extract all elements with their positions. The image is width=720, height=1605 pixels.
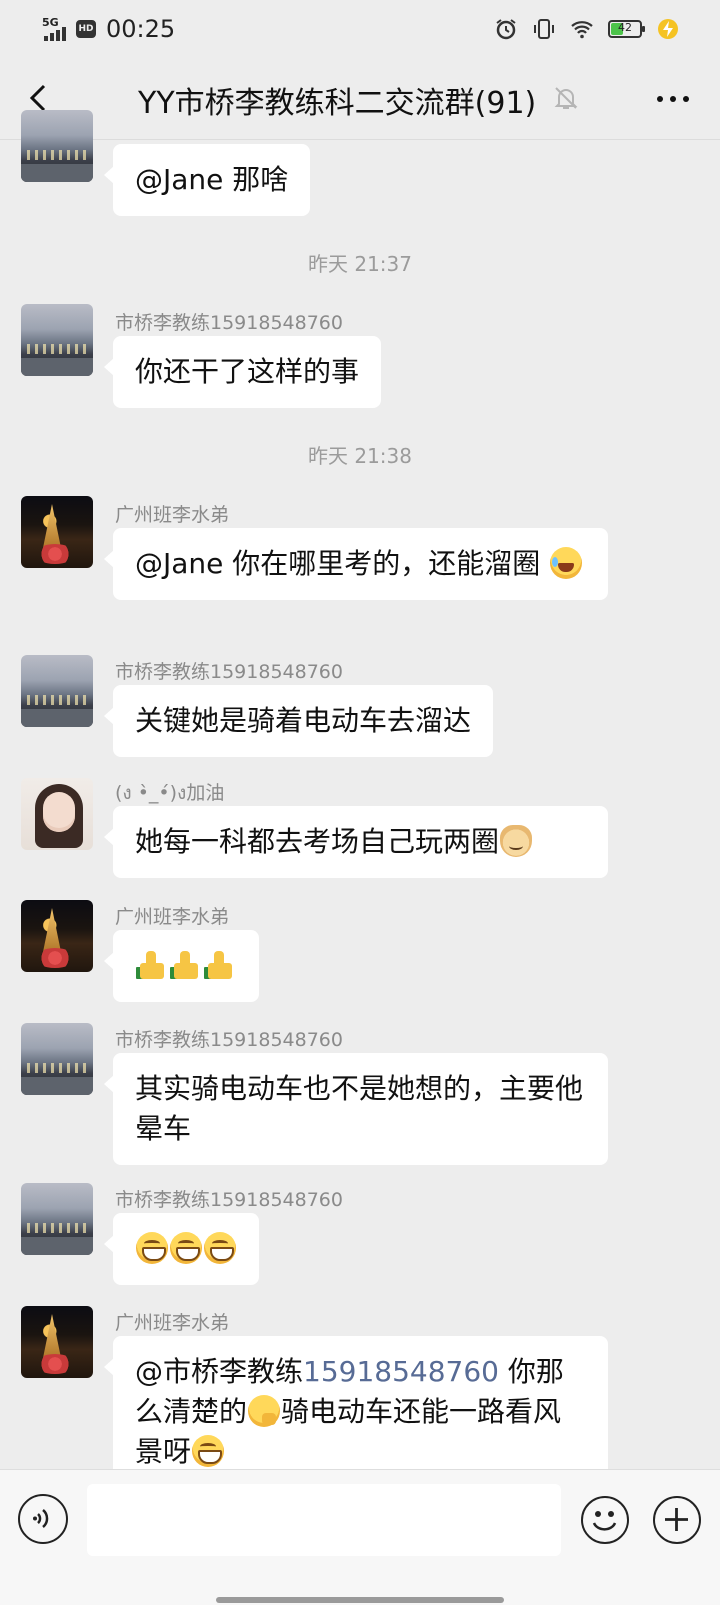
- thinking-emoji-icon: [248, 1395, 281, 1427]
- message-bubble[interactable]: 其实骑电动车也不是她想的，主要他晕车: [104, 1053, 608, 1165]
- phone-link[interactable]: 15918548760: [303, 1355, 499, 1388]
- more-icon[interactable]: [656, 90, 690, 108]
- wifi-icon: [571, 21, 593, 39]
- timestamp: 昨天 21:38: [308, 444, 412, 468]
- grin-emoji-icon: [192, 1435, 225, 1467]
- sender-name: 市桥李教练15918548760: [115, 1189, 343, 1211]
- message-bubble[interactable]: @Jane 那啥: [103, 144, 311, 216]
- avatar[interactable]: [21, 900, 93, 972]
- clock: 00:25: [106, 15, 176, 43]
- message-bubble[interactable]: [104, 1213, 259, 1285]
- message-input[interactable]: [87, 1484, 561, 1556]
- message-bubble[interactable]: 她每一科都去考场自己玩两圈: [104, 806, 608, 878]
- thumbs-up-emoji-icon: [170, 949, 202, 981]
- alarm-icon: [496, 19, 516, 40]
- message-text: 其实骑电动车也不是她想的，主要他晕车: [135, 1072, 584, 1145]
- avatar[interactable]: [21, 304, 93, 376]
- vibrate-icon: [534, 19, 554, 39]
- message-text: 她每一科都去考场自己玩两圈: [135, 825, 500, 858]
- avatar[interactable]: [21, 778, 93, 850]
- status-bar: 5G HD 00:25 42: [0, 0, 720, 58]
- battery-icon: 42: [608, 20, 645, 38]
- smile-icon: [592, 1511, 617, 1531]
- message-bubble[interactable]: [104, 930, 259, 1002]
- grin-emoji-icon: [170, 1232, 202, 1264]
- grin-emoji-icon: [136, 1232, 168, 1264]
- mute-bell-icon: [554, 87, 578, 109]
- grin-emoji-icon: [204, 1232, 236, 1264]
- message-bubble[interactable]: 你还干了这样的事: [103, 336, 382, 408]
- sender-name: 广州班李水弟: [115, 906, 230, 928]
- emoji-button[interactable]: [581, 1496, 629, 1544]
- input-bar: [0, 1469, 720, 1605]
- avatar[interactable]: [21, 1306, 93, 1378]
- sender-name: 广州班李水弟: [115, 1312, 230, 1334]
- message-text: @Jane 那啥: [135, 163, 289, 196]
- plus-icon: [665, 1508, 688, 1531]
- more-functions-button[interactable]: [653, 1496, 701, 1544]
- chat-title: YY市桥李教练科二交流群(91): [138, 86, 537, 121]
- message-text: @Jane 你在哪里考的，还能溜圈: [135, 547, 541, 580]
- home-indicator[interactable]: [216, 1597, 504, 1603]
- doge-emoji-icon: [500, 825, 533, 857]
- laugh-cry-emoji-icon: [550, 547, 583, 579]
- message-text: 你还干了这样的事: [135, 355, 360, 388]
- sender-name: 市桥李教练15918548760: [115, 1029, 343, 1051]
- avatar[interactable]: [21, 110, 93, 182]
- sender-name: 市桥李教练15918548760: [115, 312, 343, 334]
- sender-name: 市桥李教练15918548760: [115, 661, 343, 683]
- message-bubble[interactable]: @市桥李教练15918548760 你那么清楚的 骑电动车还能一路看风景呀: [104, 1336, 608, 1488]
- thumbs-up-emoji-icon: [136, 949, 168, 981]
- sender-name: 广州班李水弟: [115, 504, 230, 526]
- avatar[interactable]: [21, 1023, 93, 1095]
- avatar[interactable]: [21, 655, 93, 727]
- chat-header: YY市桥李教练科二交流群(91): [0, 58, 720, 140]
- voice-icon: [33, 1509, 49, 1528]
- message-text: 关键她是骑着电动车去溜达: [135, 704, 472, 737]
- avatar[interactable]: [21, 1183, 93, 1255]
- charging-icon: [658, 19, 678, 39]
- timestamp: 昨天 21:37: [308, 252, 412, 276]
- message-bubble[interactable]: 关键她是骑着电动车去溜达: [103, 685, 494, 757]
- signal-icon: 5G: [40, 17, 70, 41]
- thumbs-up-emoji-icon: [204, 949, 236, 981]
- sender-name: (ง •̀_•́)ง加油: [115, 782, 225, 804]
- avatar[interactable]: [21, 496, 93, 568]
- voice-button[interactable]: [18, 1494, 68, 1544]
- message-bubble[interactable]: @Jane 你在哪里考的，还能溜圈: [104, 528, 608, 600]
- mention-text: @市桥李教练: [135, 1355, 304, 1388]
- hd-icon: HD: [76, 20, 96, 38]
